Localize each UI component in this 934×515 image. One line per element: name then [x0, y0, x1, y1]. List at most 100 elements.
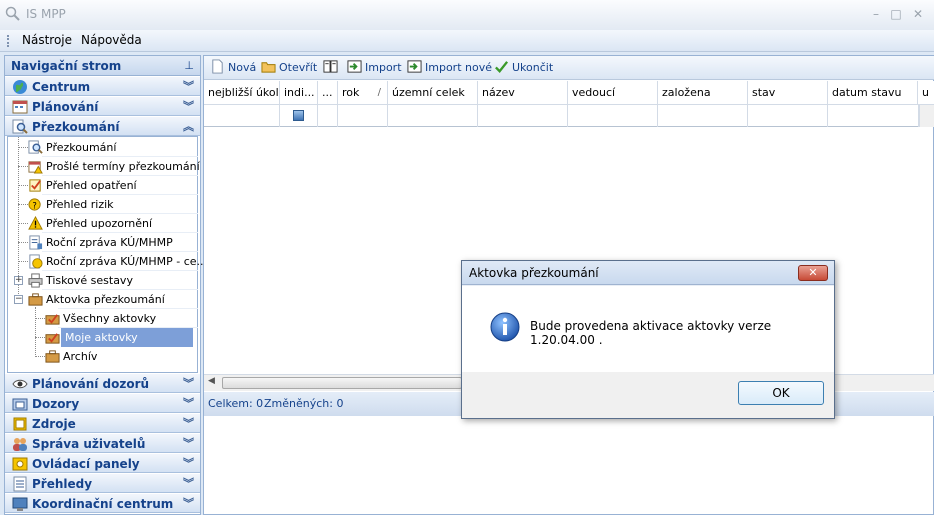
chevron-down-icon: ︾ — [183, 80, 194, 93]
vertical-scrollbar[interactable] — [919, 105, 934, 127]
filter-checkbox[interactable] — [293, 110, 304, 121]
navigation-panel: Navigační strom ⊥ Centrum ︾ Plánování ︾ … — [4, 55, 207, 515]
group-sprava-uzivatelu[interactable]: Správa uživatelů ︾ — [5, 433, 200, 453]
group-zdroje[interactable]: Zdroje ︾ — [5, 413, 200, 433]
tree-item-prosle-terminy[interactable]: Prošlé termíny přezkoumání — [28, 157, 200, 176]
group-centrum[interactable]: Centrum ︾ — [5, 76, 200, 96]
filter-cell[interactable] — [338, 105, 388, 127]
filter-cell[interactable] — [280, 105, 318, 127]
tree-item-label: Moje aktovky — [61, 328, 193, 347]
filter-cell[interactable] — [828, 105, 919, 127]
tree-line — [18, 166, 28, 167]
tree-item-moje-aktovky[interactable]: Moje aktovky — [45, 328, 198, 347]
import-label: Import — [365, 61, 402, 74]
tree-item-aktovka-prezkoumani[interactable]: Aktovka přezkoumání — [28, 290, 198, 309]
column-header-indi[interactable]: indi... — [280, 81, 318, 105]
column-header-nazev[interactable]: název — [478, 81, 568, 105]
tree-item-label: Roční zpráva KÚ/MHMP — [46, 236, 173, 249]
collapse-toggle[interactable]: − — [14, 295, 23, 304]
column-header-u[interactable]: u — [918, 81, 934, 105]
tree-item-prehled-upozorneni[interactable]: Přehled upozornění — [28, 214, 198, 233]
archive-icon — [45, 350, 60, 363]
column-header-zalozena[interactable]: založena — [658, 81, 748, 105]
column-header-stav[interactable]: stav — [748, 81, 828, 105]
tree-item-archiv[interactable]: Archív — [45, 347, 198, 366]
ok-button[interactable]: OK — [738, 381, 824, 405]
filter-cell[interactable] — [204, 105, 280, 127]
tree-item-rocni-zprava-ce[interactable]: Roční zpráva KÚ/MHMP - ce... — [28, 252, 207, 271]
tree-item-label: Roční zpráva KÚ/MHMP - ce... — [46, 255, 208, 268]
group-dozory[interactable]: Dozory ︾ — [5, 393, 200, 413]
filter-cell[interactable] — [478, 105, 568, 127]
group-label: Správa uživatelů — [32, 437, 146, 451]
pin-icon[interactable]: ⊥ — [184, 59, 194, 72]
tree-item-label: Archív — [63, 350, 98, 363]
column-header-dots[interactable]: ... — [318, 81, 338, 105]
column-header-rok[interactable]: rok / — [338, 81, 388, 105]
group-label: Dozory — [32, 397, 80, 411]
import-new-button[interactable]: Import nové — [407, 59, 492, 77]
group-prezkoumani[interactable]: Přezkoumání ︽ — [5, 116, 200, 136]
navigation-header: Navigační strom ⊥ — [5, 56, 200, 76]
group-prezkoumani-label: Přezkoumání — [32, 120, 120, 134]
folder-icon — [12, 398, 28, 411]
grid-header: nejbližší úkol indi... ... rok / územní c… — [204, 81, 934, 105]
book-button[interactable] — [323, 59, 341, 77]
chevron-down-icon: ︾ — [183, 437, 194, 450]
new-button[interactable]: Nová — [210, 59, 256, 77]
group-label: Ovládací panely — [32, 457, 140, 471]
finish-button[interactable]: Ukončit — [494, 59, 553, 77]
column-header-label: indi... — [284, 86, 315, 99]
menu-tools[interactable]: Nástroje — [22, 33, 72, 47]
dialog-close-button[interactable]: ✕ — [798, 265, 828, 281]
chevron-down-icon: ︾ — [183, 417, 194, 430]
app-magnifier-icon — [5, 6, 20, 21]
panel-icon — [12, 457, 28, 471]
tree-item-vsechny-aktovky[interactable]: Všechny aktovky — [45, 309, 198, 328]
group-prehledy[interactable]: Přehledy ︾ — [5, 473, 200, 493]
warning-shield-icon: ? — [28, 198, 41, 211]
tree-item-prehled-opatreni[interactable]: Přehled opatření — [28, 176, 198, 195]
tree-item-label: Přehled upozornění — [46, 217, 153, 230]
group-planovani-dozoru[interactable]: Plánování dozorů ︾ — [5, 373, 200, 393]
tree-item-label: Tiskové sestavy — [46, 274, 133, 287]
filter-cell[interactable] — [318, 105, 338, 127]
globe-icon — [13, 80, 27, 94]
chevron-up-icon: ︽ — [183, 120, 194, 133]
group-ovladaci-panely[interactable]: Ovládací panely ︾ — [5, 453, 200, 473]
filter-cell[interactable] — [388, 105, 478, 127]
tree-item-prezkoumani[interactable]: Přezkoumání — [28, 138, 198, 157]
column-header-nejblizsi-ukol[interactable]: nejbližší úkol — [204, 81, 280, 105]
tree-line — [35, 337, 45, 338]
filter-row — [204, 105, 919, 127]
tree-item-rocni-zprava[interactable]: Roční zpráva KÚ/MHMP — [28, 233, 198, 252]
book-icon — [13, 417, 27, 431]
group-planovani[interactable]: Plánování ︾ — [5, 96, 200, 116]
group-koordinacni-centrum[interactable]: Koordinační centrum ︾ — [5, 493, 200, 513]
chevron-down-icon: ︾ — [183, 477, 194, 490]
tree-item-prehled-rizik[interactable]: ? Přehled rizik — [28, 195, 198, 214]
column-header-vedouci[interactable]: vedoucí — [568, 81, 658, 105]
chevron-down-icon: ︾ — [183, 377, 194, 390]
import-button[interactable]: Import — [347, 59, 402, 77]
scrollbar-thumb[interactable] — [222, 377, 462, 389]
column-header-uzemni-celek[interactable]: územní celek — [388, 81, 478, 105]
tree-line — [18, 261, 28, 262]
filter-cell[interactable] — [658, 105, 748, 127]
filter-cell[interactable] — [568, 105, 658, 127]
filter-cell[interactable] — [748, 105, 828, 127]
maximize-button[interactable]: □ — [888, 6, 904, 22]
briefcase-icon — [28, 293, 43, 306]
close-button[interactable]: ✕ — [910, 6, 926, 22]
expand-toggle[interactable]: + — [14, 276, 23, 285]
scroll-left-icon[interactable]: ◀ — [208, 376, 215, 386]
checklist-icon — [29, 179, 41, 192]
column-header-datum-stavu[interactable]: datum stavu — [828, 81, 918, 105]
dialog-body: Bude provedena aktivace aktovky verze 1.… — [462, 286, 834, 372]
open-button[interactable]: Otevřít — [261, 59, 317, 77]
minimize-button[interactable]: – — [868, 6, 884, 22]
group-label: Přehledy — [32, 477, 93, 491]
menu-help[interactable]: Nápověda — [81, 33, 142, 47]
book-open-icon — [323, 60, 338, 73]
tree-item-tiskove-sestavy[interactable]: Tiskové sestavy — [28, 271, 198, 290]
